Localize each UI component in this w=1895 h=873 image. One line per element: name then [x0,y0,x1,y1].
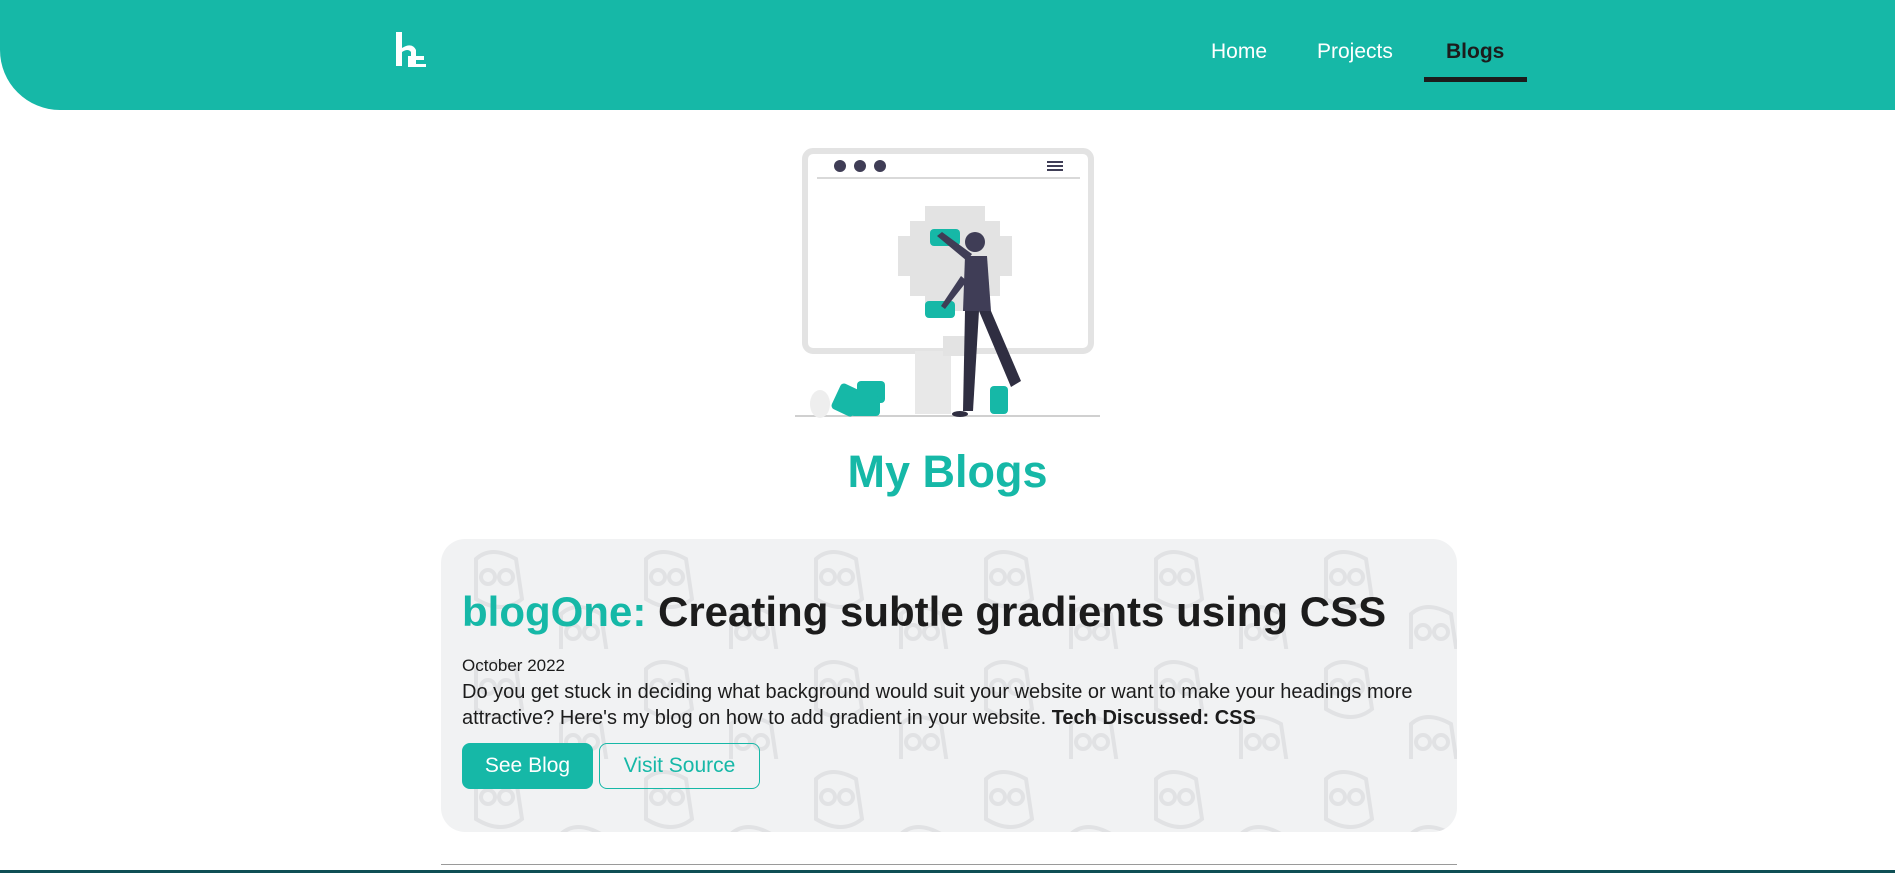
section-divider [441,864,1457,865]
nav-projects[interactable]: Projects [1317,40,1393,64]
hero-illustration [795,148,1100,418]
visit-source-button[interactable]: Visit Source [599,743,760,789]
blog-title: blogOne: Creating subtle gradients using… [462,587,1447,637]
blog-actions: See Blog Visit Source [462,743,1447,789]
nav-blogs[interactable]: Blogs [1446,40,1504,64]
blog-description: Do you get stuck in deciding what backgr… [462,679,1447,731]
blog-title-text: Creating subtle gradients using CSS [657,588,1387,635]
logo-icon[interactable] [394,30,430,70]
see-blog-button[interactable]: See Blog [462,743,593,789]
blog-tech: Tech Discussed: CSS [1051,707,1256,729]
blog-id-label: blogOne: [462,588,647,635]
nav-home[interactable]: Home [1211,40,1267,64]
blog-card-content: blogOne: Creating subtle gradients using… [462,587,1447,789]
blog-date: October 2022 [462,656,566,675]
site-header: Home Projects Blogs [0,0,1895,110]
blog-description-text: Do you get stuck in deciding what backgr… [462,681,1413,729]
page-title: My Blogs [847,446,1048,497]
blog-card: blogOne: Creating subtle gradients using… [441,539,1457,832]
active-nav-indicator [1424,77,1527,82]
